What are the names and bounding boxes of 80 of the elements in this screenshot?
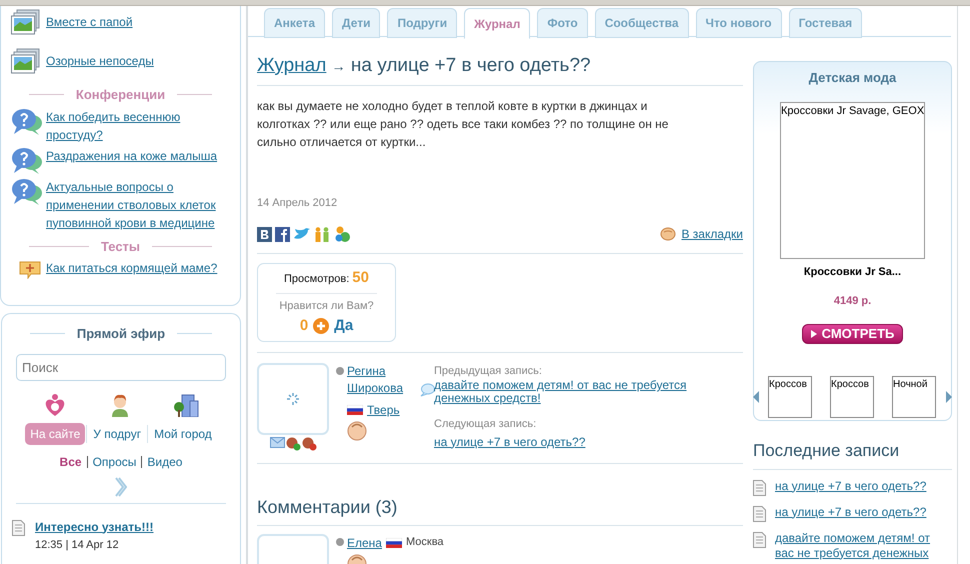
section-heading: Конференции — [76, 86, 166, 104]
flag-icon — [347, 404, 363, 414]
document-icon — [753, 506, 766, 522]
recent-post-link[interactable]: на улице +7 в чего одеть?? — [775, 504, 945, 520]
person-icon[interactable] — [109, 392, 131, 416]
filter-link[interactable]: Видео — [147, 452, 182, 470]
author-link[interactable]: Регина Широкова — [347, 362, 417, 396]
section-link[interactable]: Журнал — [257, 55, 326, 76]
views-label: Просмотров: — [284, 272, 350, 287]
thumbnail[interactable]: Кроссов — [768, 376, 812, 418]
right-arrow-icon[interactable] — [946, 390, 952, 402]
scope-tab[interactable]: Мой город — [149, 422, 217, 444]
post-date: 14 Апрель 2012 — [257, 196, 338, 210]
product-image[interactable]: Кроссовки Jr Savage, GEOX — [780, 102, 925, 258]
likes-count: 0 — [300, 316, 308, 336]
nav-label: Следующая запись: — [434, 417, 538, 432]
feed-link[interactable]: Интересно узнать!!! — [35, 518, 154, 536]
spinner-icon — [286, 392, 300, 406]
left-arrow-icon[interactable] — [753, 390, 759, 402]
previous-post-link[interactable]: давайте поможем детям! от вас не требуется денежных средств! — [434, 379, 724, 405]
conference-link[interactable]: Актуальные вопросы о применении стволовых клеток пуповинной крови в медицине — [46, 178, 231, 232]
heart-icon[interactable] — [43, 392, 67, 416]
comments-title: Комментарии (3) — [257, 494, 743, 526]
commenter-link[interactable]: Елена — [347, 534, 382, 552]
ad-title: Детская мода — [808, 69, 896, 87]
recent-post-link[interactable]: на улице +7 в чего одеть?? — [775, 478, 945, 494]
section-heading: Тесты — [100, 238, 140, 256]
commenter-city: Москва — [406, 535, 444, 550]
image-caption: Кроссовки Jr Savage, GEOX — [781, 104, 924, 118]
building-icon[interactable] — [173, 392, 199, 416]
feed-time: 12:35 | 14 Apr 12 — [35, 538, 120, 552]
test-link[interactable]: Как питаться кормящей маме? — [46, 259, 218, 277]
thumbnail[interactable]: Ночной — [892, 376, 936, 418]
filter-link[interactable]: Все — [60, 452, 82, 470]
album-link[interactable]: Озорные непоседы — [46, 52, 154, 70]
product-price: 4149 р. — [834, 294, 872, 309]
arrow-icon: → — [332, 58, 346, 74]
plus-icon[interactable] — [313, 318, 330, 334]
envelope-icon[interactable] — [270, 436, 284, 448]
share-square-icon[interactable] — [275, 226, 290, 242]
post-body: как вы думаете не холодно будет в теплой ковте в куртки в джинцах и колготках ?? или еще рано ?? одеть все таки комбез ?? по толщине он не сильно отличается от куртки... — [257, 98, 670, 150]
like-question: Нравится ли Вам? — [279, 298, 374, 314]
conference-link[interactable]: Как победить весеннюю простуду? — [46, 108, 231, 144]
speech-bubble-icon — [11, 146, 43, 174]
nav-label: Предыдущая запись: — [434, 364, 543, 378]
album-link[interactable]: Вместе с папой — [46, 13, 133, 31]
bookmark-link[interactable]: В закладки — [681, 225, 743, 243]
profile-tab[interactable]: Журнал — [464, 8, 530, 39]
like-button[interactable]: Да — [334, 315, 354, 338]
speech-bubble-icon[interactable] — [419, 382, 435, 396]
panel-title: Прямой эфир — [76, 325, 166, 343]
document-icon — [12, 520, 25, 536]
note-plus-icon — [19, 259, 41, 279]
flag-icon — [386, 538, 402, 548]
photo-icon — [11, 9, 41, 35]
next-post-link[interactable]: на улице +7 в чего одеть?? — [434, 432, 724, 450]
city-link[interactable]: Тверь — [367, 400, 400, 418]
thumbnail-caption: Кроссов — [831, 378, 870, 392]
photo-icon — [11, 48, 41, 74]
search-field[interactable]: Поиск — [16, 354, 226, 380]
recent-title: Последние записи — [753, 438, 952, 470]
document-icon — [753, 532, 766, 548]
thumbnail-caption: Кроссов — [769, 378, 808, 392]
baby-avatar-icon — [347, 420, 367, 440]
product-name: Кроссовки Jr Sa... — [804, 264, 902, 280]
speech-bubble-icon — [11, 178, 43, 206]
document-icon — [753, 480, 766, 496]
play-icon — [810, 330, 817, 338]
thumbnail-caption: Ночной — [893, 378, 928, 392]
thumbnail[interactable]: Кроссов — [830, 376, 874, 418]
views-count: 50 — [352, 268, 369, 288]
conference-link[interactable]: Раздражения на коже малыша — [46, 146, 231, 164]
speech-bubble-icon — [11, 108, 43, 136]
post-title: на улице +7 в чего одеть?? — [350, 55, 591, 76]
filter-link[interactable]: Опросы — [92, 452, 136, 470]
scope-tab[interactable]: У подруг — [88, 422, 146, 444]
view-button[interactable]: СМОТРЕТЬ — [802, 324, 904, 344]
recent-post-link[interactable]: давайте поможем детям! от вас не требуется денежных — [775, 530, 945, 560]
people-icon[interactable] — [313, 226, 331, 242]
share-square-icon[interactable] — [257, 226, 272, 242]
